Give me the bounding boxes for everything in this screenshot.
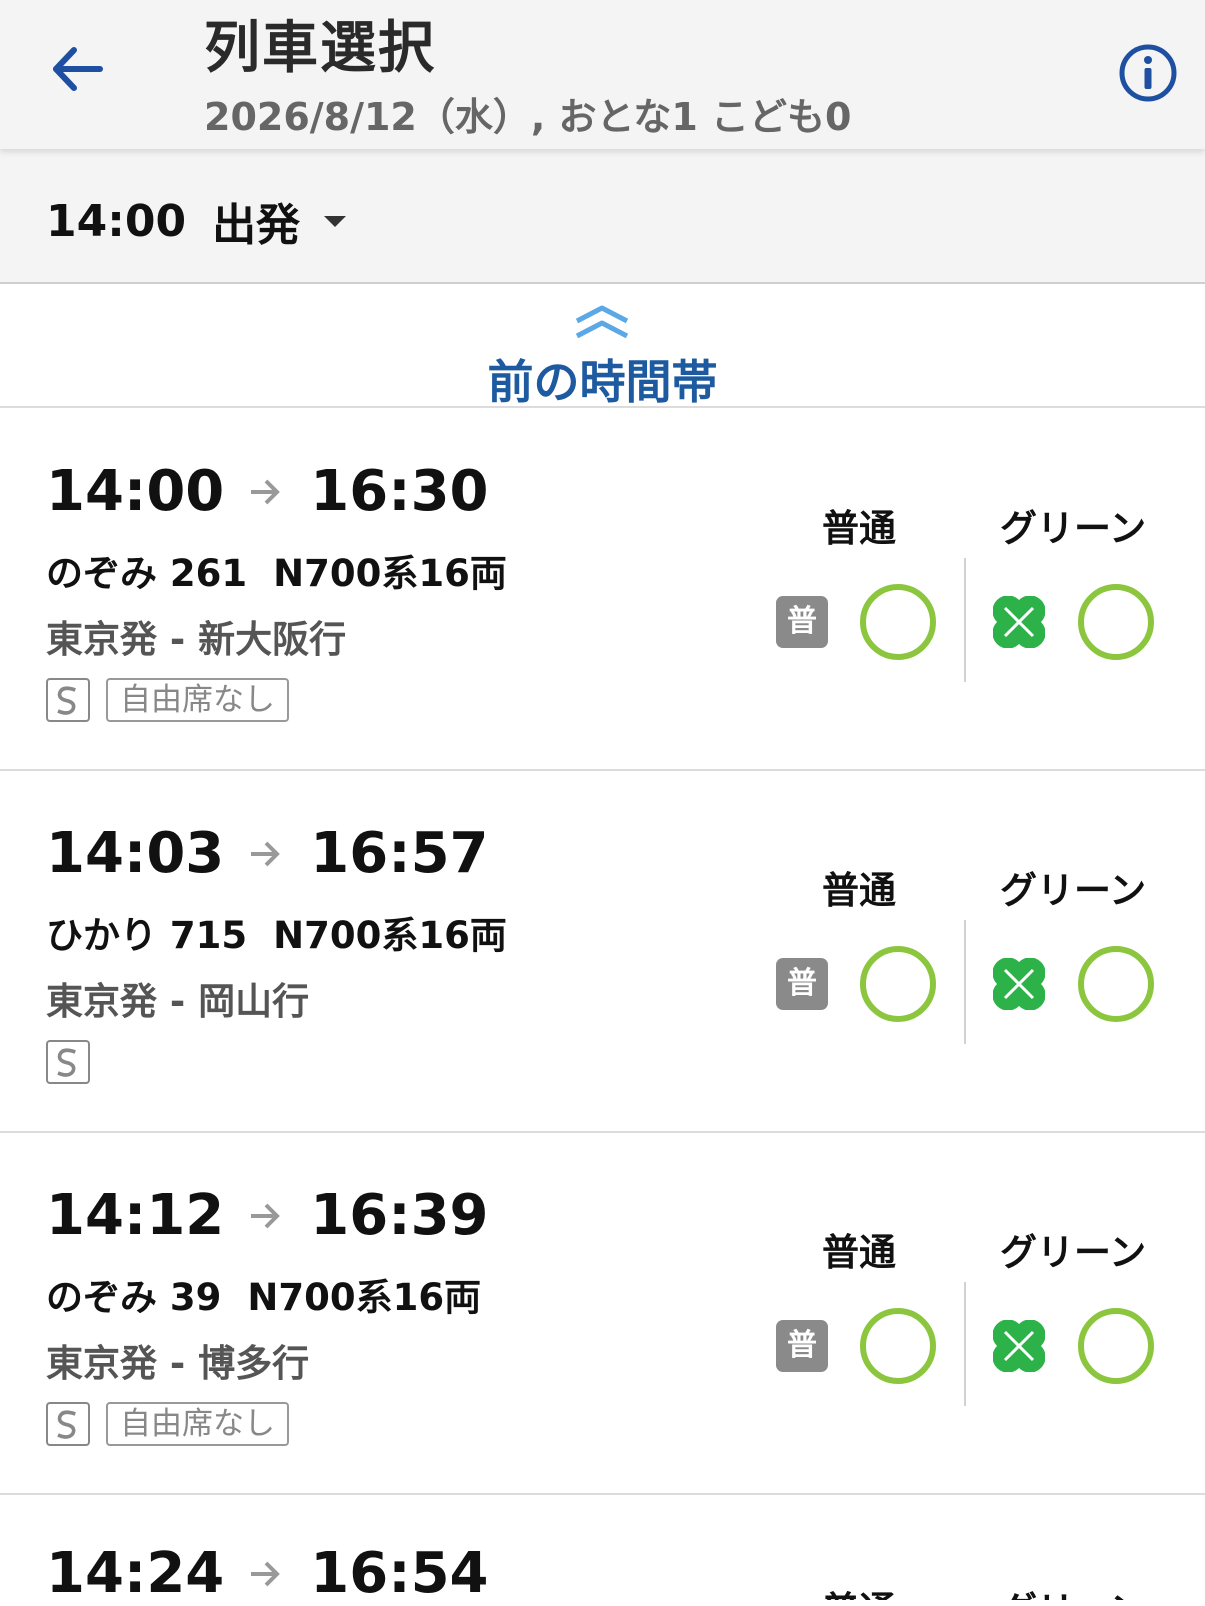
departure-time: 14:12 bbox=[46, 1183, 225, 1248]
previous-timeslot-button[interactable]: 前の時間帯 bbox=[0, 284, 1205, 409]
green-seat-header: グリーン bbox=[1000, 869, 1147, 912]
no-unreserved-tag: 自由席なし bbox=[106, 1402, 289, 1446]
arrival-time: 16:57 bbox=[310, 821, 489, 886]
green-car-icon bbox=[993, 1320, 1045, 1372]
standard-seat-header: 普通 bbox=[822, 1580, 896, 1600]
train-times: 14:03 16:57 bbox=[46, 822, 489, 886]
caret-down-icon bbox=[324, 215, 347, 227]
standard-seat-header: 普通 bbox=[822, 1231, 896, 1274]
train-name: ひかり 715 N700系16両 bbox=[46, 905, 507, 959]
train-row[interactable]: 14:24 16:54 普通 グリーン bbox=[0, 1494, 1205, 1606]
standard-available-icon[interactable] bbox=[858, 944, 938, 1024]
arrow-right-icon bbox=[251, 479, 281, 505]
app-header: 列車選択 2026/8/12（水）, おとな1 こども0 bbox=[0, 0, 1205, 149]
s-work-icon bbox=[46, 678, 90, 722]
train-row[interactable]: 14:12 16:39 のぞみ 39 N700系16両 東京発 - 博多行 自由席… bbox=[0, 1132, 1205, 1495]
train-route: 東京発 - 岡山行 bbox=[46, 980, 310, 1023]
arrival-time: 16:54 bbox=[310, 1541, 489, 1606]
back-button[interactable] bbox=[48, 40, 110, 102]
page-title: 列車選択 bbox=[204, 16, 436, 81]
car-type: N700系16両 bbox=[273, 552, 507, 595]
double-chevron-up-icon bbox=[575, 305, 629, 339]
green-available-icon[interactable] bbox=[1076, 582, 1156, 662]
train-row[interactable]: 14:00 16:30 のぞみ 261 N700系16両 東京発 - 新大阪行 自… bbox=[0, 408, 1205, 771]
search-summary: 2026/8/12（水）, おとな1 こども0 bbox=[204, 95, 852, 139]
train-number: のぞみ 39 bbox=[46, 1276, 222, 1319]
departure-time: 14:03 bbox=[46, 821, 225, 886]
train-times: 14:12 16:39 bbox=[46, 1184, 489, 1248]
s-work-icon bbox=[46, 1402, 90, 1446]
time-filter-bar: 14:00 出発 bbox=[0, 149, 1205, 284]
departure-time-dropdown[interactable]: 14:00 出発 bbox=[46, 189, 347, 253]
train-route: 東京発 - 博多行 bbox=[46, 1342, 310, 1385]
train-row[interactable]: 14:03 16:57 ひかり 715 N700系16両 東京発 - 岡山行 普通… bbox=[0, 770, 1205, 1133]
train-name: のぞみ 39 N700系16両 bbox=[46, 1267, 481, 1321]
car-type: N700系16両 bbox=[273, 914, 507, 957]
green-seat-header: グリーン bbox=[1000, 507, 1147, 550]
train-tags bbox=[46, 1040, 106, 1084]
arrow-right-icon bbox=[251, 1561, 281, 1587]
green-seat-header: グリーン bbox=[1000, 1231, 1147, 1274]
time-value: 14:00 bbox=[46, 195, 187, 247]
train-number: のぞみ 261 bbox=[46, 552, 248, 595]
train-times: 14:00 16:30 bbox=[46, 460, 489, 524]
green-car-icon bbox=[993, 958, 1045, 1010]
green-seat-header: グリーン bbox=[1000, 1580, 1146, 1600]
car-type: N700系16両 bbox=[247, 1276, 482, 1319]
standard-seat-header: 普通 bbox=[822, 507, 896, 550]
standard-car-icon: 普 bbox=[776, 958, 828, 1010]
train-times: 14:24 16:54 bbox=[46, 1542, 489, 1606]
train-name: のぞみ 261 N700系16両 bbox=[46, 543, 507, 597]
train-route: 東京発 - 新大阪行 bbox=[46, 618, 347, 661]
time-mode: 出発 bbox=[212, 200, 301, 251]
green-available-icon[interactable] bbox=[1076, 1306, 1156, 1386]
seat-availability: 普通 グリーン 普 bbox=[770, 498, 1170, 682]
arrival-time: 16:39 bbox=[310, 1183, 489, 1248]
previous-timeslot-label: 前の時間帯 bbox=[487, 355, 718, 409]
train-tags: 自由席なし bbox=[46, 1402, 289, 1446]
departure-time: 14:00 bbox=[46, 459, 225, 524]
arrow-right-icon bbox=[251, 841, 281, 867]
seat-availability: 普通 グリーン 普 bbox=[770, 1222, 1170, 1406]
divider bbox=[964, 1282, 966, 1406]
train-number: ひかり 715 bbox=[46, 914, 248, 957]
seat-availability: 普通 グリーン bbox=[770, 1580, 1170, 1600]
standard-car-icon: 普 bbox=[776, 596, 828, 648]
standard-seat-header: 普通 bbox=[822, 869, 896, 912]
train-tags: 自由席なし bbox=[46, 678, 289, 722]
arrow-left-icon bbox=[53, 47, 103, 91]
divider bbox=[964, 558, 966, 682]
arrow-right-icon bbox=[251, 1203, 281, 1229]
standard-available-icon[interactable] bbox=[858, 1306, 938, 1386]
departure-time: 14:24 bbox=[46, 1541, 225, 1606]
standard-available-icon[interactable] bbox=[858, 582, 938, 662]
info-button[interactable] bbox=[1117, 42, 1179, 104]
green-car-icon bbox=[993, 596, 1045, 648]
green-available-icon[interactable] bbox=[1076, 944, 1156, 1024]
standard-car-icon: 普 bbox=[776, 1320, 828, 1372]
info-icon bbox=[1119, 44, 1177, 102]
no-unreserved-tag: 自由席なし bbox=[106, 678, 289, 722]
arrival-time: 16:30 bbox=[310, 459, 489, 524]
seat-availability: 普通 グリーン 普 bbox=[770, 860, 1170, 1044]
divider bbox=[964, 920, 966, 1044]
s-work-icon bbox=[46, 1040, 90, 1084]
